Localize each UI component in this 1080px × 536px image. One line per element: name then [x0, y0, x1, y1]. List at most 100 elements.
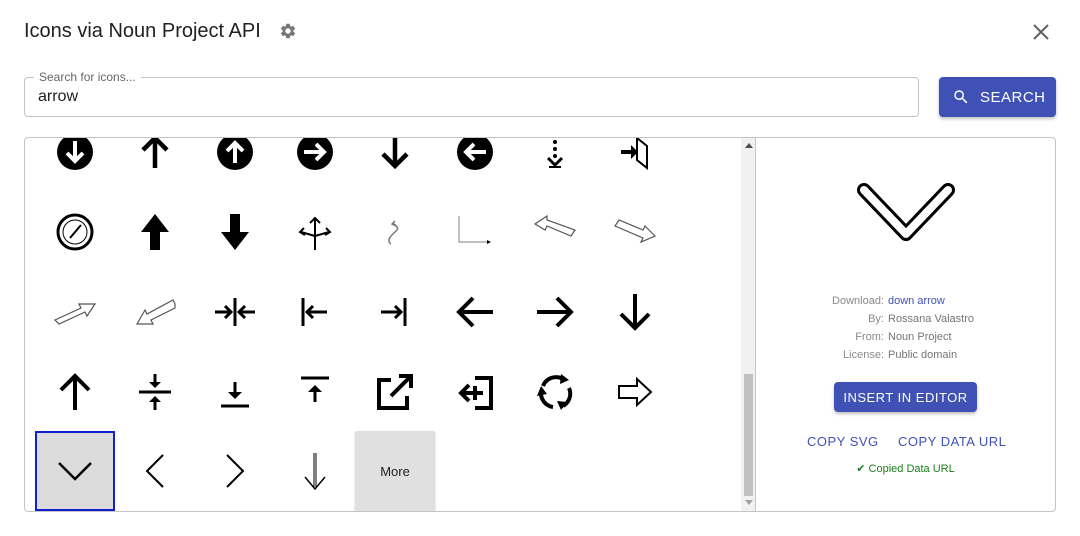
result-icon-9[interactable]: [35, 192, 115, 272]
arrow-up-icon: [59, 373, 91, 410]
search-field[interactable]: Search for icons...: [24, 70, 919, 117]
result-icon-19[interactable]: [195, 272, 275, 352]
corner-arrow-icon: [458, 216, 491, 244]
gear-icon[interactable]: [279, 22, 297, 40]
scrollbar-thumb[interactable]: [744, 374, 753, 496]
search-label: Search for icons...: [34, 70, 141, 84]
arrow-down-circle-icon: [57, 138, 93, 170]
external-link-icon: [377, 374, 413, 410]
outline-arrow-up-left-icon: [533, 214, 576, 237]
insert-in-editor-button[interactable]: INSERT IN EDITOR: [834, 382, 977, 412]
icon-detail-panel: Download: down arrow By: Rossana Valastr…: [755, 137, 1056, 512]
download-label: Download:: [832, 295, 884, 307]
search-button-label: SEARCH: [980, 88, 1046, 106]
upload-bar-icon: [301, 376, 329, 402]
result-icon-33-selected[interactable]: [35, 431, 115, 511]
arrow-down-bold-icon: [221, 214, 249, 250]
result-icon-7[interactable]: [515, 138, 595, 192]
source-value: Noun Project: [888, 331, 952, 343]
chevron-left-icon: [145, 454, 164, 488]
collapse-vertical-icon: [139, 374, 171, 410]
source-label: From:: [855, 331, 884, 343]
arrow-left-to-bar-icon: [301, 298, 327, 326]
curved-arrow-icon: [388, 220, 399, 245]
result-icon-31[interactable]: [515, 352, 595, 432]
collapse-horizontal-icon: [215, 298, 255, 326]
search-input[interactable]: [38, 88, 898, 106]
compass-gauge-icon: [56, 213, 94, 251]
result-icon-16[interactable]: [595, 192, 675, 272]
outline-arrow-up-right-icon: [53, 303, 97, 325]
result-icon-22[interactable]: [435, 272, 515, 352]
download-row: Download: down arrow: [756, 292, 1055, 310]
login-arrow-icon: [458, 376, 493, 410]
result-icon-13[interactable]: [355, 192, 435, 272]
result-icon-28[interactable]: [275, 352, 355, 432]
download-link[interactable]: down arrow: [888, 292, 945, 310]
split-arrows-icon: [298, 216, 332, 250]
arrow-down-icon: [381, 138, 409, 170]
chevron-down-icon: [857, 183, 955, 241]
result-icon-3[interactable]: [195, 138, 275, 192]
result-icon-36[interactable]: [275, 431, 355, 511]
result-icon-5[interactable]: [355, 138, 435, 192]
result-icon-6[interactable]: [435, 138, 515, 192]
result-icon-35[interactable]: [195, 431, 275, 511]
icon-metadata: Download: down arrow By: Rossana Valastr…: [756, 292, 1055, 364]
result-icon-27[interactable]: [195, 352, 275, 432]
result-icon-24[interactable]: [595, 272, 675, 352]
arrow-right-icon: [537, 296, 574, 328]
search-button[interactable]: SEARCH: [939, 77, 1056, 117]
copy-data-url-button[interactable]: COPY DATA URL: [898, 434, 1006, 449]
result-icon-32[interactable]: [595, 352, 675, 432]
author-value: Rossana Valastro: [888, 313, 975, 325]
scroll-down-arrow[interactable]: [745, 500, 753, 505]
result-icon-8[interactable]: [595, 138, 675, 192]
result-icon-26[interactable]: [115, 352, 195, 432]
copy-svg-button[interactable]: COPY SVG: [807, 434, 879, 449]
scroll-up-arrow[interactable]: [745, 143, 753, 148]
result-icon-15[interactable]: [515, 192, 595, 272]
dialog-title: Icons via Noun Project API: [24, 20, 261, 42]
arrow-up-circle-icon: [217, 138, 253, 170]
arrow-right-to-bar-icon: [381, 298, 407, 326]
chevron-right-icon: [226, 454, 245, 488]
more-button[interactable]: More: [355, 431, 435, 511]
result-icon-25[interactable]: [35, 352, 115, 432]
arrow-right-circle-icon: [297, 138, 333, 170]
icon-results-grid: More: [24, 137, 756, 512]
license-value: Public domain: [888, 349, 958, 361]
refresh-cycle-icon: [537, 374, 573, 410]
dotted-arrow-down-icon: [546, 140, 564, 168]
result-icon-18[interactable]: [115, 272, 195, 352]
outline-arrow-down-left-icon: [135, 299, 176, 325]
license-row: License: Public domain: [756, 346, 1055, 364]
result-icon-21[interactable]: [355, 272, 435, 352]
thin-arrow-down-icon: [304, 453, 326, 491]
outline-arrow-down-right-icon: [614, 219, 657, 244]
download-tray-icon: [221, 382, 249, 408]
search-icon: [954, 90, 968, 104]
result-icon-4[interactable]: [275, 138, 355, 192]
arrow-up-bold-icon: [141, 214, 169, 250]
result-icon-17[interactable]: [35, 272, 115, 352]
result-icon-2[interactable]: [115, 138, 195, 192]
result-icon-29[interactable]: [355, 352, 435, 432]
result-icon-34[interactable]: [115, 431, 195, 511]
close-icon[interactable]: [1031, 22, 1051, 42]
result-icon-20[interactable]: [275, 272, 355, 352]
result-icon-30[interactable]: [435, 352, 515, 432]
arrow-up-icon: [141, 138, 169, 168]
arrow-left-circle-icon: [457, 138, 493, 170]
exit-door-arrow-icon: [621, 138, 648, 171]
result-icon-14[interactable]: [435, 192, 515, 272]
license-label: License:: [843, 349, 884, 361]
arrow-down-icon: [619, 294, 651, 331]
result-icon-23[interactable]: [515, 272, 595, 352]
result-icon-12[interactable]: [275, 192, 355, 272]
result-icon-1[interactable]: [35, 138, 115, 192]
result-icon-10[interactable]: [115, 192, 195, 272]
result-icon-11[interactable]: [195, 192, 275, 272]
scrollbar[interactable]: [741, 138, 756, 511]
arrow-left-icon: [456, 296, 493, 328]
